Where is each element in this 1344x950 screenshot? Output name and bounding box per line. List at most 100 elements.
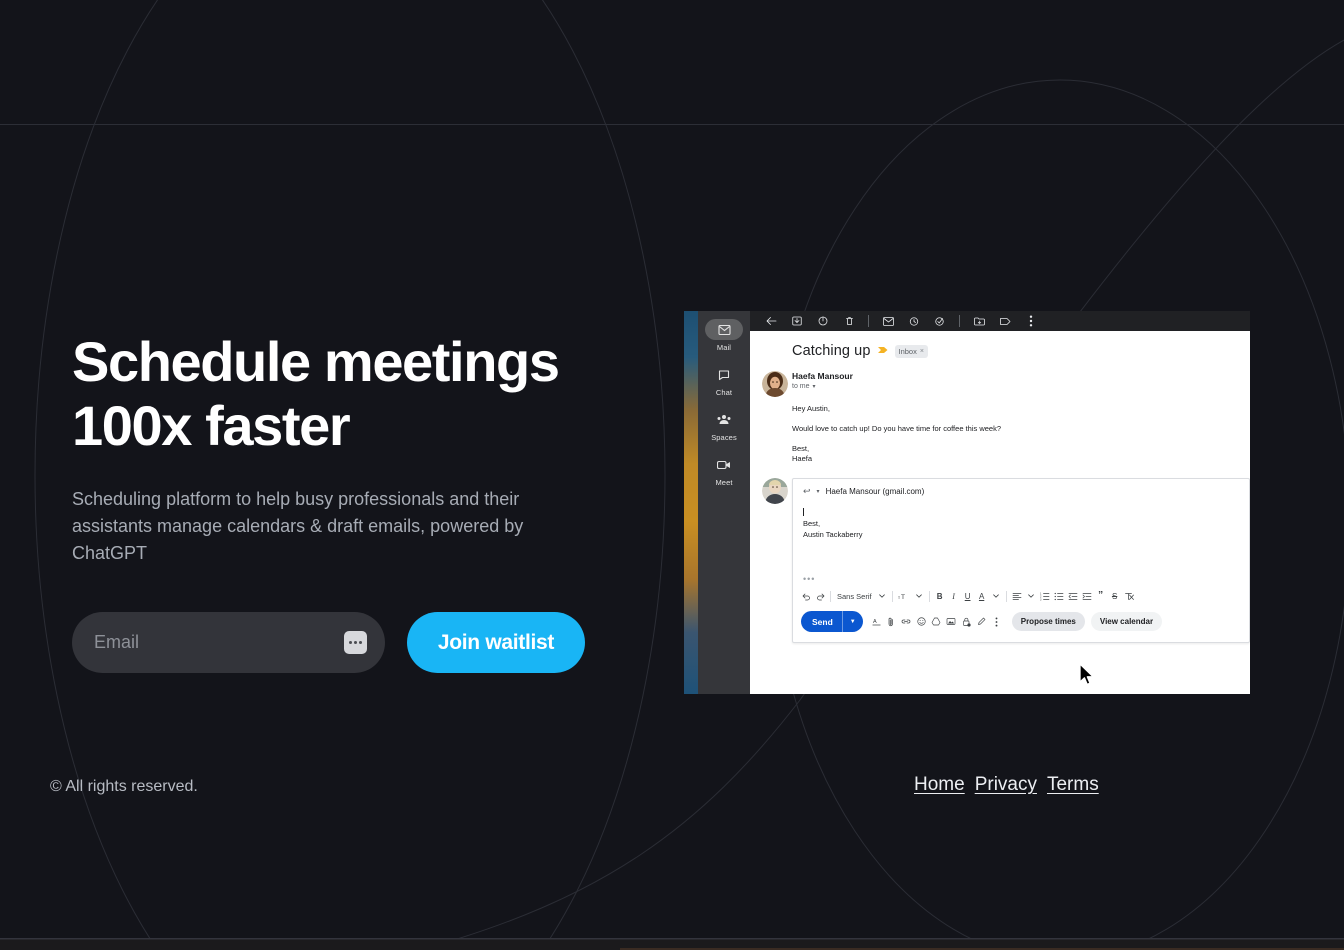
formatting-toolbar: Sans Serif тT B I U A 1 2 3 ” S — [799, 588, 1243, 604]
email-field-wrapper[interactable] — [72, 612, 385, 673]
reply-arrow-icon[interactable]: ↩ — [803, 486, 811, 497]
chevron-down-icon[interactable] — [912, 588, 926, 604]
compose-action-icons: A — [869, 614, 1004, 630]
footer-link-home[interactable]: Home — [914, 774, 965, 796]
sidebar-item-spaces[interactable]: Spaces — [698, 409, 750, 442]
message-block: Haefa Mansour to me ▾ Hey Austin, Would … — [750, 359, 1250, 464]
email-input[interactable] — [94, 632, 344, 653]
insert-emoji-icon[interactable] — [914, 614, 929, 630]
avatar — [762, 371, 788, 397]
copyright-text: © All rights reserved. — [50, 778, 198, 795]
svg-text:A: A — [873, 619, 877, 625]
insert-signature-pen-icon[interactable] — [974, 614, 989, 630]
indent-more-icon[interactable] — [1080, 588, 1094, 604]
label-tag-icon[interactable] — [992, 312, 1018, 330]
formatting-options-icon[interactable]: A — [869, 614, 884, 630]
label-chip-inbox[interactable]: Inbox × — [894, 344, 928, 358]
remove-formatting-icon[interactable] — [1122, 588, 1136, 604]
underline-icon[interactable]: U — [961, 588, 975, 604]
chevron-down-icon[interactable] — [989, 588, 1003, 604]
sidebar-item-mail[interactable]: Mail — [698, 319, 750, 352]
svg-text:T: T — [901, 594, 905, 601]
ellipsis-icon[interactable]: ••• — [803, 575, 815, 584]
more-options-kebab-icon[interactable] — [1018, 312, 1044, 330]
send-button-label: Send — [812, 616, 833, 627]
archive-icon[interactable] — [784, 312, 810, 330]
toolbar-divider — [1005, 590, 1007, 602]
important-marker-icon[interactable] — [877, 346, 888, 357]
attach-file-icon[interactable] — [884, 614, 899, 630]
strikethrough-icon[interactable]: S — [1108, 588, 1122, 604]
bold-icon[interactable]: B — [933, 588, 947, 604]
toolbar-divider — [928, 590, 930, 602]
landing-page: Schedule meetings 100x faster Scheduling… — [0, 0, 1344, 950]
undo-icon[interactable] — [799, 588, 813, 604]
toolbar-divider — [868, 315, 869, 327]
bulleted-list-icon[interactable] — [1052, 588, 1066, 604]
send-button[interactable]: Send ▼ — [801, 611, 863, 632]
text-color-icon[interactable]: A — [975, 588, 989, 604]
propose-times-button[interactable]: Propose times — [1011, 612, 1085, 631]
toolbar-divider — [830, 590, 831, 602]
sidebar-item-meet[interactable]: Meet — [698, 454, 750, 487]
mail-icon — [705, 319, 743, 340]
add-to-tasks-icon[interactable] — [927, 312, 953, 330]
view-calendar-button[interactable]: View calendar — [1090, 612, 1163, 631]
insert-photo-icon[interactable] — [944, 614, 959, 630]
hero-section: Schedule meetings 100x faster Scheduling… — [72, 330, 672, 567]
insert-link-icon[interactable] — [899, 614, 914, 630]
footer-links: Home Privacy Terms — [914, 774, 1099, 796]
hero-title-line-2: 100x faster — [72, 394, 351, 457]
footer-link-privacy[interactable]: Privacy — [975, 774, 1037, 796]
ellipsis-icon[interactable] — [344, 631, 367, 654]
label-chip-text: Inbox — [898, 346, 917, 356]
font-size-icon[interactable]: тT — [896, 588, 912, 604]
numbered-list-icon[interactable]: 123 — [1038, 588, 1052, 604]
message-signature: Haefa — [792, 454, 813, 463]
chevron-down-icon[interactable] — [875, 588, 889, 604]
mark-unread-envelope-icon[interactable] — [875, 312, 901, 330]
avatar — [762, 478, 788, 504]
sender-name: Haefa Mansour — [792, 371, 853, 381]
snooze-clock-icon[interactable] — [901, 312, 927, 330]
more-options-kebab-icon[interactable] — [989, 614, 1004, 630]
video-camera-icon — [705, 454, 743, 475]
text-cursor — [803, 508, 804, 516]
smart-action-chips: Propose times View calendar — [1011, 612, 1163, 631]
toolbar-divider — [959, 315, 960, 327]
sidebar-item-chat[interactable]: Chat — [698, 364, 750, 397]
align-icon[interactable] — [1010, 588, 1024, 604]
quote-icon[interactable]: ” — [1094, 588, 1108, 604]
sidebar-item-label: Spaces — [711, 433, 737, 442]
recipient-line[interactable]: to me ▾ — [792, 383, 1250, 390]
reply-draft-body[interactable]: Best, Austin Tackaberry — [793, 497, 1249, 540]
footer-link-terms[interactable]: Terms — [1047, 774, 1099, 796]
indent-less-icon[interactable] — [1066, 588, 1080, 604]
font-family-select[interactable]: Sans Serif — [834, 592, 875, 601]
message-body: Hey Austin, Would love to catch up! Do y… — [792, 404, 1250, 464]
sidebar-item-label: Mail — [716, 343, 732, 352]
thread-subject-row: Catching up Inbox × — [750, 343, 1250, 359]
chevron-down-icon[interactable] — [1024, 588, 1038, 604]
message-greeting: Hey Austin, — [792, 404, 830, 413]
chevron-down-icon[interactable]: ▾ — [817, 488, 820, 495]
insert-drive-file-icon[interactable] — [929, 614, 944, 630]
close-icon[interactable]: × — [920, 348, 924, 355]
move-to-folder-icon[interactable] — [966, 312, 992, 330]
chevron-down-icon[interactable]: ▼ — [843, 619, 863, 625]
gmail-main-pane: Catching up Inbox × Haefa Mansour to me … — [750, 311, 1250, 694]
confidential-mode-lock-icon[interactable] — [959, 614, 974, 630]
report-spam-icon[interactable] — [810, 312, 836, 330]
chevron-down-icon[interactable]: ▾ — [813, 383, 816, 390]
chat-bubble-icon — [705, 364, 743, 385]
italic-icon[interactable]: I — [947, 588, 961, 604]
join-waitlist-button[interactable]: Join waitlist — [407, 612, 585, 673]
gmail-thread-view: Catching up Inbox × Haefa Mansour to me … — [750, 331, 1250, 694]
back-arrow-icon[interactable] — [758, 312, 784, 330]
message-content: Haefa Mansour to me ▾ Hey Austin, Would … — [792, 371, 1250, 464]
send-action-row: Send ▼ A Propose times View calendar — [801, 611, 1243, 632]
redo-icon[interactable] — [813, 588, 827, 604]
delete-trash-icon[interactable] — [836, 312, 862, 330]
reply-editor[interactable]: ↩ ▾ Haefa Mansour (gmail.com) Best, Aust… — [792, 478, 1250, 643]
thread-subject: Catching up — [792, 343, 871, 359]
